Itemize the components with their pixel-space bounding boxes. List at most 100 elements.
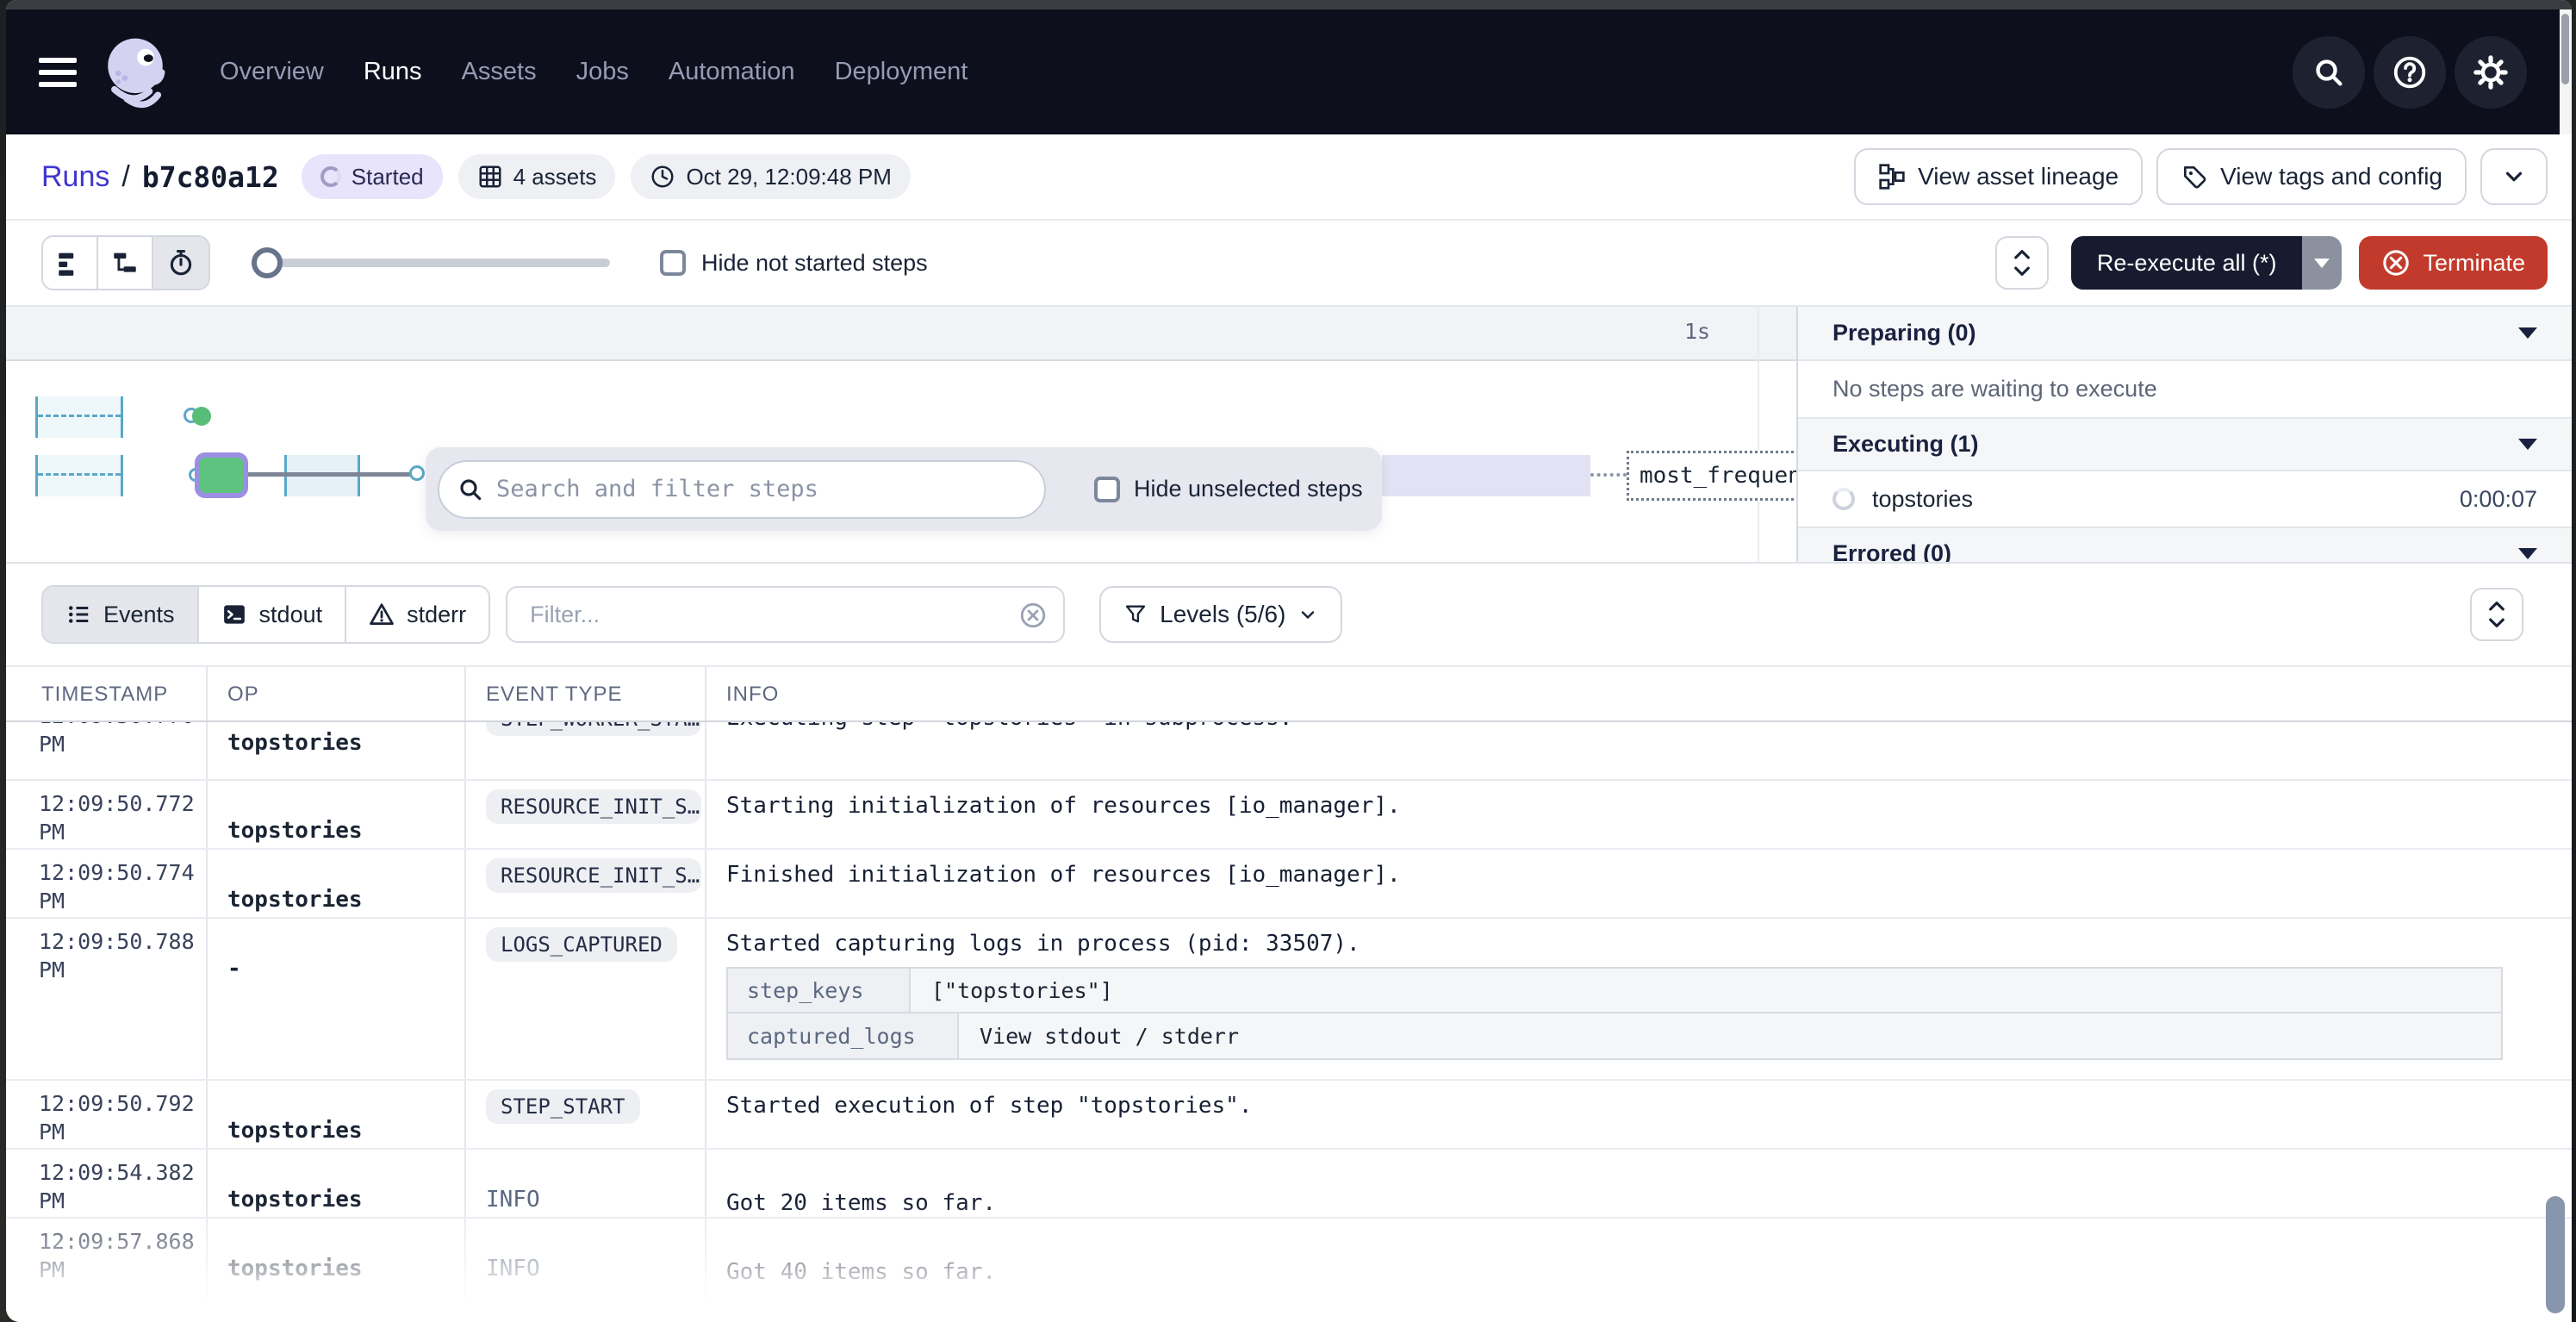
gantt-step-not-started-1[interactable] (35, 396, 123, 438)
log-row[interactable]: 12:09:57.868PM topstories INFO Got 40 it… (6, 1219, 2572, 1322)
log-row[interactable]: 12:09:50.772PM topstories RESOURCE_INIT_… (6, 781, 2572, 850)
view-tags-config-button[interactable]: View tags and config (2156, 148, 2467, 205)
warning-triangle-icon (369, 602, 395, 627)
dagster-logo[interactable] (96, 33, 175, 112)
expand-logs-button[interactable] (2470, 588, 2523, 641)
up-down-chevrons-icon (2010, 248, 2034, 277)
lineage-icon (1878, 163, 1906, 190)
nav-item-automation[interactable]: Automation (669, 58, 795, 86)
levels-dropdown[interactable]: Levels (5/6) (1099, 586, 1342, 643)
clock-icon (650, 164, 675, 190)
executing-step-name: topstories (1872, 486, 1973, 513)
log-row[interactable]: 12:09:50.770PM topstories STEP_WORKER_ST… (6, 722, 2572, 781)
gantt-step-not-started-2[interactable] (35, 455, 123, 496)
terminate-button[interactable]: Terminate (2359, 236, 2548, 290)
event-type-badge: LOGS_CAPTURED (486, 927, 677, 962)
search-icon (457, 476, 484, 503)
executing-step-row[interactable]: topstories 0:00:07 (1798, 471, 2572, 527)
reexecute-split-button: Re-execute all (*) (2071, 236, 2343, 290)
panel-section-executing[interactable]: Executing (1) (1798, 417, 2572, 471)
column-header-info: INFO (726, 683, 779, 707)
zoom-slider[interactable] (252, 247, 610, 278)
captured-logs-link[interactable]: View stdout / stderr (959, 1013, 2501, 1058)
view-asset-lineage-button[interactable]: View asset lineage (1854, 148, 2143, 205)
view-mode-waterfall-icon[interactable] (98, 237, 153, 289)
event-list-icon (65, 602, 91, 627)
log-row[interactable]: 12:09:50.792PM topstories STEP_START Sta… (6, 1081, 2572, 1150)
hide-unselected-checkbox[interactable] (1094, 477, 1120, 502)
status-spinner-icon (320, 166, 341, 187)
gantt-time-axis: 1s (6, 307, 1796, 361)
column-header-event-type: EVENT TYPE (486, 683, 623, 707)
step-search-input[interactable] (438, 460, 1046, 519)
up-down-chevrons-icon (2485, 600, 2509, 629)
breadcrumb-runs-link[interactable]: Runs (41, 160, 109, 194)
event-type-badge: STEP_WORKER_STA… (486, 722, 701, 736)
step-filter-panel: Hide unselected steps (426, 447, 1382, 531)
step-spinner-icon (1832, 488, 1855, 510)
panel-section-title: Preparing (0) (1832, 320, 1976, 346)
log-row[interactable]: 12:09:50.774PM topstories RESOURCE_INIT_… (6, 850, 2572, 919)
log-row[interactable]: 12:09:54.382PM topstories INFO Got 20 it… (6, 1150, 2572, 1219)
nav-item-jobs[interactable]: Jobs (576, 58, 629, 86)
nav-item-assets[interactable]: Assets (462, 58, 537, 86)
triangle-down-icon (2518, 327, 2537, 339)
view-mode-flat-icon[interactable] (43, 237, 98, 289)
funnel-icon (1123, 602, 1148, 627)
status-badge: Started (302, 154, 443, 199)
tag-icon (2181, 163, 2208, 190)
run-visualization-area: 1s most_frequent (6, 307, 2572, 562)
nav-item-runs[interactable]: Runs (364, 58, 422, 86)
log-row[interactable]: 12:09:50.788PM - LOGS_CAPTURED Started c… (6, 919, 2572, 1081)
window-scrollbar-thumb[interactable] (2561, 14, 2569, 84)
grid-icon (477, 164, 503, 190)
nav-item-deployment[interactable]: Deployment (835, 58, 968, 86)
event-type-badge: RESOURCE_INIT_S… (486, 858, 701, 893)
log-filter-input[interactable] (506, 586, 1065, 643)
start-time-badge: Oct 29, 12:09:48 PM (631, 154, 910, 199)
search-icon[interactable] (2293, 36, 2365, 109)
gear-icon[interactable] (2455, 36, 2527, 109)
desktop-background: Overview Runs Assets Jobs Automation Dep… (0, 0, 2576, 1322)
chevron-down-icon (1297, 604, 1318, 625)
help-icon[interactable] (2374, 36, 2446, 109)
gantt-dependency-node (409, 465, 425, 481)
triangle-down-icon (2518, 439, 2537, 450)
expand-gantt-button[interactable] (1995, 236, 2049, 290)
log-scrollbar-thumb[interactable] (2546, 1196, 2565, 1313)
zoom-slider-track[interactable] (252, 259, 610, 267)
log-info-text: Started capturing logs in process (pid: … (726, 931, 2554, 957)
panel-section-title: Errored (0) (1832, 540, 1951, 562)
view-mode-timed-icon[interactable] (153, 237, 208, 289)
view-mode-segment-group (41, 235, 210, 290)
reexecute-dropdown-arrow[interactable] (2302, 236, 2342, 290)
gantt-step-most-frequent[interactable]: most_frequent (1627, 451, 1796, 501)
hide-unselected-checkbox-row[interactable]: Hide unselected steps (1094, 476, 1363, 502)
panel-section-errored[interactable]: Errored (0) (1798, 527, 2572, 562)
gantt-step-label: most_frequent (1640, 463, 1796, 489)
gantt-step-running-selected[interactable] (195, 452, 248, 498)
run-logs-section: Events stdout stderr (6, 562, 2572, 1322)
run-actions-chevron-button[interactable] (2480, 148, 2548, 205)
chevron-down-icon (2501, 164, 2527, 190)
log-table-header: TIMESTAMP OP EVENT TYPE INFO (6, 665, 2572, 722)
asset-count-badge[interactable]: 4 assets (458, 154, 616, 199)
clear-filter-icon[interactable] (1018, 601, 1048, 630)
tab-events[interactable]: Events (43, 587, 199, 642)
nav-item-overview[interactable]: Overview (220, 58, 324, 86)
hamburger-menu-icon[interactable] (39, 58, 77, 87)
panel-section-preparing[interactable]: Preparing (0) (1798, 307, 2572, 361)
tab-stdout[interactable]: stdout (199, 587, 347, 642)
tab-stderr[interactable]: stderr (346, 587, 488, 642)
hide-not-started-checkbox-row[interactable]: Hide not started steps (660, 250, 928, 277)
gantt-step-dot[interactable] (192, 407, 211, 426)
triangle-down-icon (2518, 548, 2537, 559)
hide-unselected-label: Hide unselected steps (1134, 476, 1363, 502)
executing-step-elapsed: 0:00:07 (2460, 486, 2537, 513)
window-title-strip (6, 0, 2572, 9)
zoom-slider-knob[interactable] (252, 247, 283, 278)
hide-not-started-checkbox[interactable] (660, 250, 686, 276)
run-header-row: Runs / b7c80a12 Started 4 assets Oct 29,… (6, 134, 2572, 221)
panel-section-title: Executing (1) (1832, 431, 1979, 458)
reexecute-all-button[interactable]: Re-execute all (*) (2071, 236, 2303, 290)
